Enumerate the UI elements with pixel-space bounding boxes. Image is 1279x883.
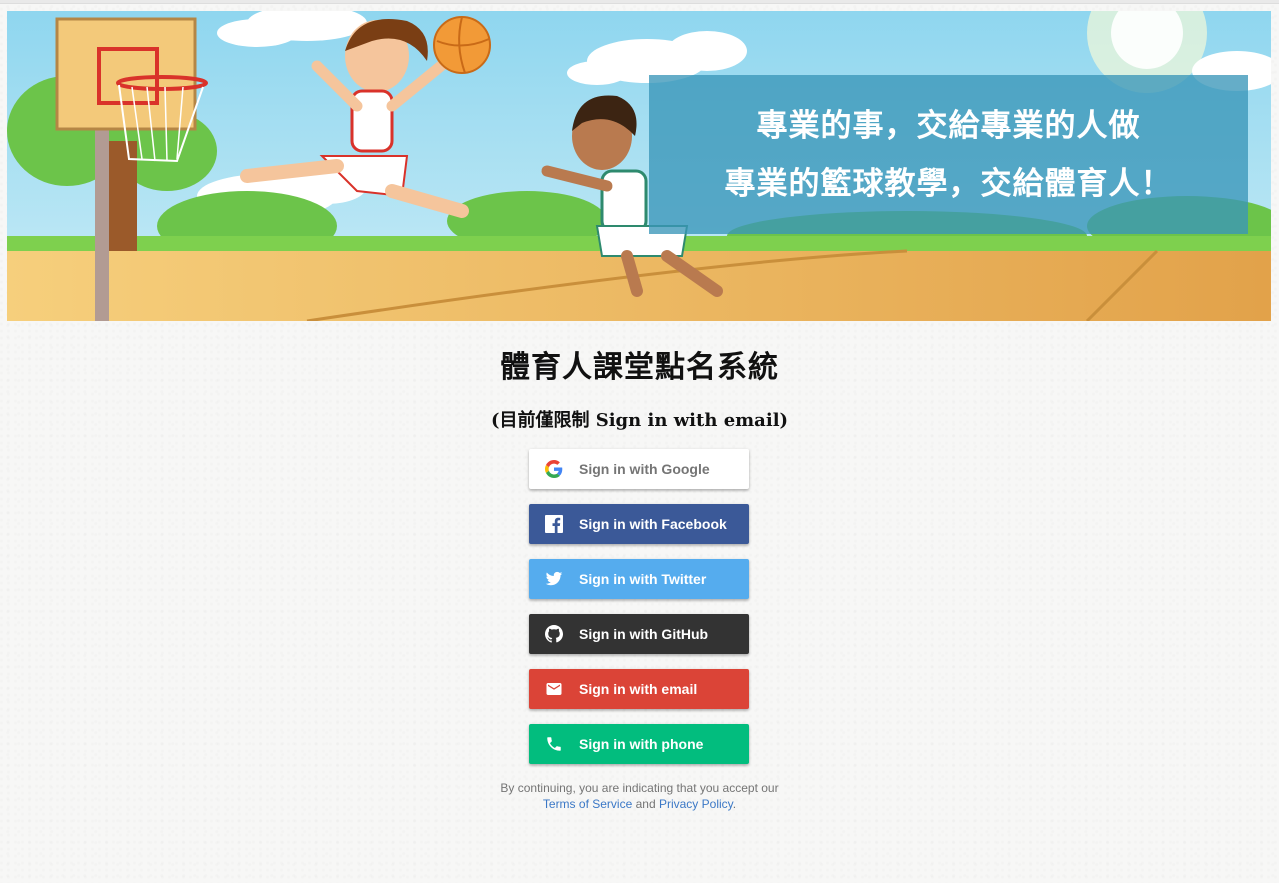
- github-icon: [545, 625, 563, 643]
- sign-in-twitter-label: Sign in with Twitter: [579, 571, 707, 587]
- mail-icon: [545, 680, 563, 698]
- terms-of-service-link[interactable]: Terms of Service: [543, 797, 632, 811]
- google-icon: [545, 460, 563, 478]
- banner-slogan-line-2: 專業的籃球教學，交給體育人！: [724, 165, 1173, 202]
- terms-and-text: and: [635, 797, 656, 811]
- sign-in-facebook-button[interactable]: Sign in with Facebook: [529, 504, 749, 544]
- terms-period: .: [732, 797, 737, 811]
- phone-icon: [545, 735, 563, 753]
- sign-in-github-button[interactable]: Sign in with GitHub: [529, 614, 749, 654]
- sign-in-github-label: Sign in with GitHub: [579, 626, 709, 642]
- page-title: 體育人課堂點名系統: [500, 350, 779, 385]
- banner-slogan-box: 專業的事，交給專業的人做 專業的籃球教學，交給體育人！: [649, 75, 1248, 234]
- hero-banner: 專業的事，交給專業的人做 專業的籃球教學，交給體育人！: [7, 11, 1271, 321]
- sign-in-phone-button[interactable]: Sign in with phone: [529, 724, 749, 764]
- sign-in-google-label: Sign in with Google: [579, 461, 710, 477]
- terms-notice: By continuing, you are indicating that y…: [0, 780, 1279, 812]
- sign-in-phone-label: Sign in with phone: [579, 736, 704, 752]
- top-border: [0, 0, 1279, 4]
- sign-in-facebook-label: Sign in with Facebook: [579, 516, 727, 532]
- banner-slogan-line-1: 專業的事，交給專業的人做: [756, 107, 1141, 144]
- privacy-policy-link[interactable]: Privacy Policy: [659, 797, 733, 811]
- page-subtitle: (目前僅限制 Sign in with email): [490, 410, 789, 431]
- facebook-icon: [545, 515, 563, 533]
- sign-in-email-label: Sign in with email: [579, 681, 698, 697]
- sign-in-email-button[interactable]: Sign in with email: [529, 669, 749, 709]
- twitter-icon: [545, 570, 563, 588]
- terms-notice-text: By continuing, you are indicating that y…: [500, 781, 779, 795]
- sign-in-twitter-button[interactable]: Sign in with Twitter: [529, 559, 749, 599]
- terms-notice-links: Terms of Service and Privacy Policy.: [0, 796, 1279, 812]
- sign-in-google-button[interactable]: Sign in with Google: [529, 449, 749, 489]
